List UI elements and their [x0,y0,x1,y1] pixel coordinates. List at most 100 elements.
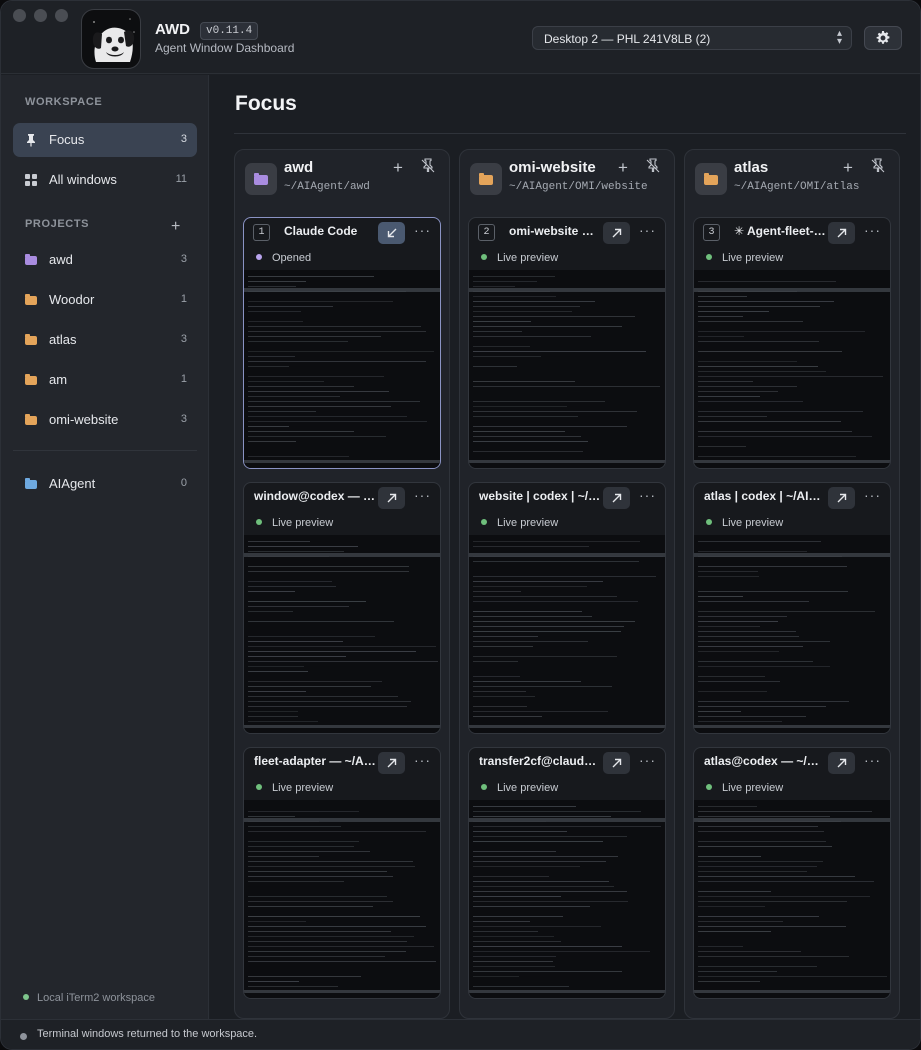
window-card[interactable]: transfer2cf@claude — ~/AIAgent ··· Live … [468,747,666,999]
open-window-button[interactable] [828,222,855,244]
open-window-button[interactable] [603,222,630,244]
open-window-button[interactable] [603,487,630,509]
terminal-text-line [698,976,887,977]
return-window-button[interactable] [378,222,405,244]
more-options-icon[interactable]: ··· [864,487,881,503]
sidebar-item-awd[interactable]: awd 3 [13,243,197,277]
terminal-text-line [698,306,820,307]
terminal-text-line [248,956,385,957]
terminal-text-line [248,546,358,547]
unpin-icon[interactable] [646,158,660,174]
unpin-icon[interactable] [421,158,435,174]
sidebar-item-omi-website[interactable]: omi-website 3 [13,403,197,437]
sidebar-item-aiagent[interactable]: AIAgent 0 [13,467,197,501]
add-window-button[interactable]: + [843,158,853,178]
window-card[interactable]: atlas@codex — ~/AIAgent ··· Live preview [693,747,891,999]
terminal-text-line [248,951,406,952]
terminal-text-line [248,691,306,692]
sidebar-item-atlas[interactable]: atlas 3 [13,323,197,357]
more-options-icon[interactable]: ··· [414,752,431,768]
terminal-text-line [248,896,387,897]
sidebar-item-count: 3 [180,253,187,265]
terminal-text-line [473,556,663,557]
more-options-icon[interactable]: ··· [864,752,881,768]
add-project-button[interactable]: + [171,218,180,236]
sidebar-item-all-windows[interactable]: All windows 11 [13,163,197,197]
window-card[interactable]: website | codex | ~/AIAgent ··· Live pre… [468,482,666,734]
terminal-text-line [248,571,409,572]
status-dot [256,519,262,525]
terminal-text-line [473,596,617,597]
arrow-up-right-icon [612,228,621,238]
terminal-text-line [248,871,387,872]
terminal-text-line [473,886,614,887]
sidebar-item-am[interactable]: am 1 [13,363,197,397]
terminal-text-line [698,846,832,847]
window-card[interactable]: atlas | codex | ~/AIAgent ··· Live previ… [693,482,891,734]
window-card[interactable]: 3 ✳ Agent-fleet-atlas ··· Live preview [693,217,891,469]
card-title: window@codex — ~/AIAgent/awd [254,489,376,503]
terminal-preview [244,800,440,998]
terminal-text-line [698,646,803,647]
more-options-icon[interactable]: ··· [864,222,881,238]
window-card[interactable]: window@codex — ~/AIAgent/awd ··· Live pr… [243,482,441,734]
more-options-icon[interactable]: ··· [414,222,431,238]
open-window-button[interactable] [603,752,630,774]
card-status-label: Live preview [272,782,334,794]
open-window-button[interactable] [828,752,855,774]
card-title: omi-website — codex [509,224,601,238]
zoom-window-button[interactable] [55,9,68,22]
terminal-text-line [248,841,359,842]
terminal-text-line [698,881,874,882]
sidebar-item-focus[interactable]: Focus 3 [13,123,197,157]
more-options-icon[interactable]: ··· [414,487,431,503]
terminal-text-line [473,836,627,837]
unpin-icon[interactable] [871,158,885,174]
status-dot [23,994,29,1000]
terminal-text-line [698,371,826,372]
terminal-text-line [248,341,348,342]
terminal-text-line [248,856,319,857]
terminal-text-line [248,811,359,812]
open-window-button[interactable] [828,487,855,509]
settings-button[interactable] [864,26,902,50]
terminal-text-line [698,626,760,627]
more-options-icon[interactable]: ··· [639,222,656,238]
close-window-button[interactable] [13,9,26,22]
terminal-text-line [248,636,375,637]
minimize-window-button[interactable] [34,9,47,22]
display-select[interactable]: Desktop 2 — PHL 241V8LB (2) ▴ ▾ [532,26,852,50]
terminal-text-line [248,901,393,902]
window-card[interactable]: 2 omi-website — codex ··· Live preview [468,217,666,469]
terminal-text-line [248,396,340,397]
terminal-text-line [248,336,381,337]
window-card[interactable]: fleet-adapter — ~/AIAgent/awd ··· Live p… [243,747,441,999]
version-badge: v0.11.4 [200,22,259,40]
terminal-text-line [698,446,746,447]
terminal-text-line [248,601,366,602]
terminal-text-line [248,621,394,622]
card-header: 1 Claude Code ··· [244,218,440,246]
terminal-status-line [694,460,890,463]
arrow-up-right-icon [837,758,846,768]
add-window-button[interactable]: + [393,158,403,178]
terminal-text-line [473,806,576,807]
window-card[interactable]: 1 Claude Code ··· Opened [243,217,441,469]
open-window-button[interactable] [378,487,405,509]
workspace-status: Local iTerm2 workspace [23,992,155,1004]
terminal-text-line [473,696,535,697]
terminal-text-line [698,416,767,417]
more-options-icon[interactable]: ··· [639,752,656,768]
sidebar-item-count: 3 [180,333,187,345]
open-window-button[interactable] [378,752,405,774]
sidebar-divider [13,450,197,451]
terminal-text-line [473,541,640,542]
folder-icon [254,173,268,185]
status-dot [706,784,712,790]
sidebar-item-woodor[interactable]: Woodor 1 [13,283,197,317]
more-options-icon[interactable]: ··· [639,487,656,503]
add-window-button[interactable]: + [618,158,628,178]
terminal-text-line [248,426,289,427]
sidebar-item-label: AIAgent [49,476,96,491]
terminal-text-line [698,946,743,947]
